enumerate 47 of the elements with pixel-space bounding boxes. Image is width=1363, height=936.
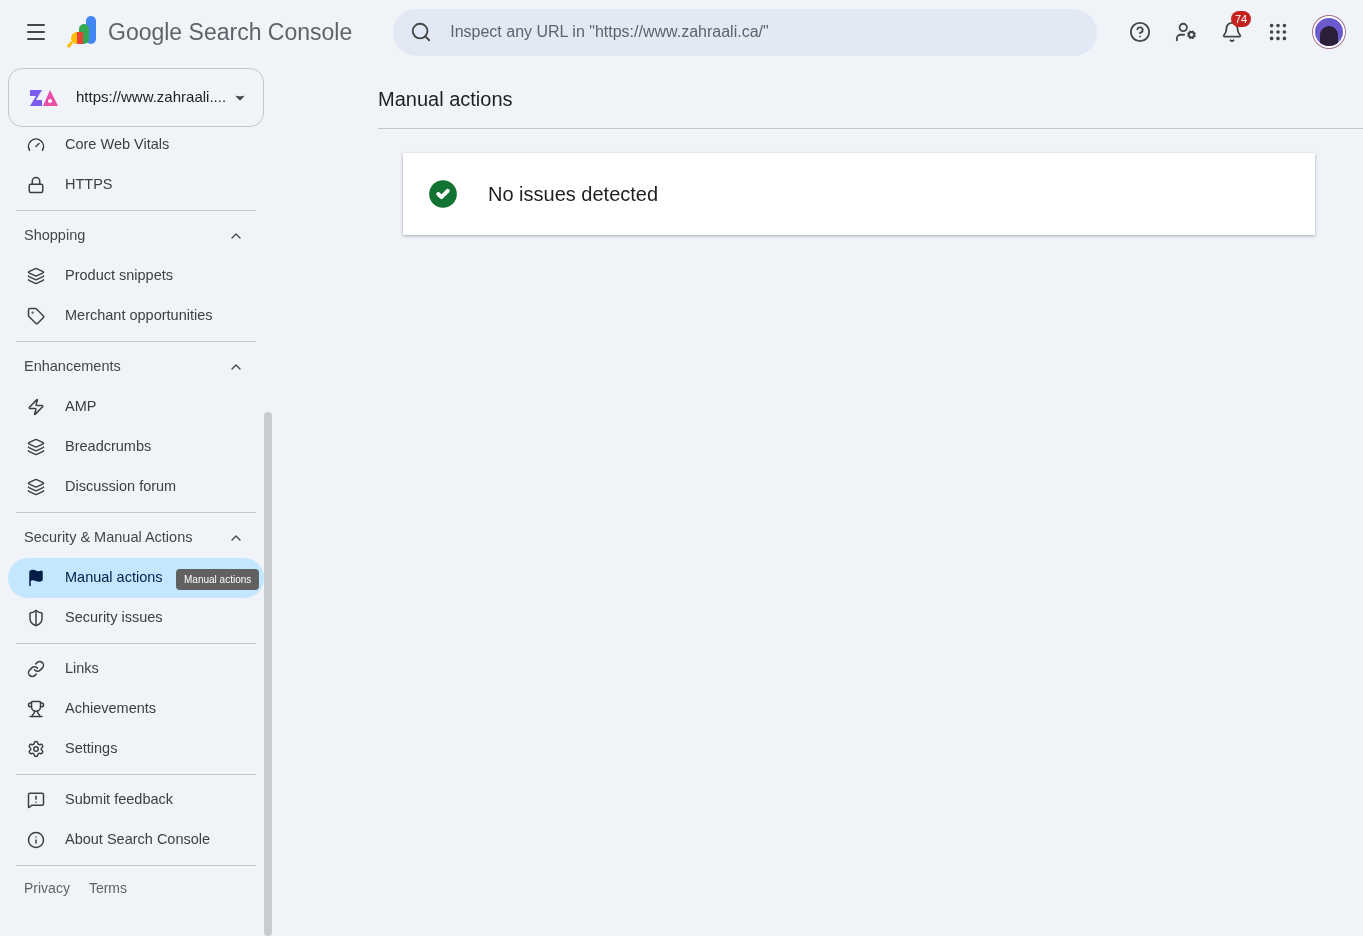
- section-header[interactable]: Security & Manual Actions: [0, 518, 256, 558]
- notifications-icon[interactable]: [1221, 21, 1243, 43]
- status-message: No issues detected: [488, 182, 659, 207]
- sidebar-item[interactable]: Product snippets: [8, 256, 264, 296]
- tag-icon: [27, 307, 45, 325]
- info-icon: [27, 831, 45, 849]
- tooltip: Manual actions: [176, 569, 260, 590]
- feedback-icon: [27, 791, 45, 809]
- sidebar-item[interactable]: Submit feedback: [8, 780, 264, 820]
- site-logo-icon: [30, 89, 58, 106]
- sidebar-item[interactable]: About Search Console: [8, 820, 264, 860]
- footer-link[interactable]: Terms: [88, 878, 128, 899]
- footer-link[interactable]: Privacy: [24, 878, 70, 899]
- search-icon: [410, 20, 433, 43]
- help-icon[interactable]: [1129, 21, 1151, 43]
- layers-icon: [27, 438, 45, 456]
- user-settings-icon[interactable]: [1175, 21, 1197, 43]
- flag-icon: [27, 569, 45, 587]
- page-title: Manual actions: [378, 87, 514, 112]
- section-header[interactable]: Enhancements: [0, 347, 256, 387]
- sidebar-item[interactable]: HTTPS: [8, 165, 264, 205]
- settings-icon: [27, 740, 45, 758]
- layers-icon: [27, 478, 45, 496]
- sidebar-item[interactable]: Discussion forum: [8, 467, 264, 507]
- trophy-icon: [27, 700, 45, 718]
- property-selector[interactable]: https://www.zahraali....: [8, 68, 264, 127]
- scrollbar[interactable]: [264, 412, 272, 936]
- sidebar-item[interactable]: Achievements: [8, 689, 264, 729]
- sidebar-item[interactable]: Breadcrumbs: [8, 427, 264, 467]
- layers-icon: [27, 267, 45, 285]
- sidebar-item[interactable]: AMP: [8, 387, 264, 427]
- search-field[interactable]: Inspect any URL in "https://www.zahraali.ca/": [393, 8, 1098, 56]
- section-header[interactable]: Shopping: [0, 216, 256, 256]
- lightning-icon: [27, 398, 45, 416]
- notification-count: 74: [1231, 11, 1252, 27]
- link-icon: [27, 660, 45, 678]
- sidebar-item[interactable]: Core Web Vitals: [8, 125, 264, 165]
- apps-icon[interactable]: [1267, 21, 1289, 43]
- sidebar-item[interactable]: Security issues: [8, 598, 264, 638]
- gauge-icon: [27, 136, 45, 154]
- lock-icon: [27, 176, 45, 194]
- avatar[interactable]: [1313, 16, 1345, 48]
- sidebar-item[interactable]: Merchant opportunities: [8, 296, 264, 336]
- sidebar-item[interactable]: Links: [8, 649, 264, 689]
- product-name: Google Search Console: [108, 17, 353, 47]
- sidebar-item[interactable]: Settings: [8, 729, 264, 769]
- shield-icon: [27, 609, 45, 627]
